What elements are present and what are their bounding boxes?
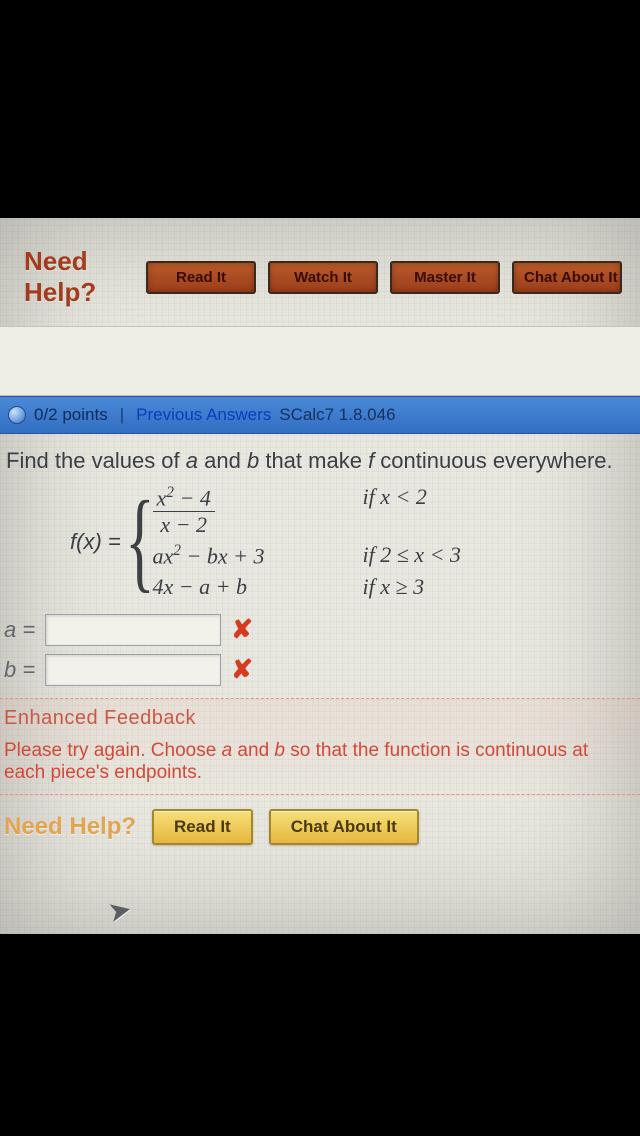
answer-input-a[interactable] [45, 614, 221, 646]
function-lhs: f(x) = [70, 529, 121, 555]
fraction-numerator: x2 − 4 [153, 484, 215, 511]
feedback-text: and [232, 740, 274, 761]
question-header-bar: 0/2 points | Previous Answers SCalc7 1.8… [0, 396, 640, 434]
answer-row-a: a = ✘ [4, 610, 640, 650]
case-expression: x2 − 4 x − 2 [153, 484, 321, 538]
case-row: x2 − 4 x − 2 if x < 2 [153, 484, 461, 538]
case-row: ax2 − bx + 3 if 2 ≤ x < 3 [153, 542, 461, 569]
incorrect-icon: ✘ [231, 614, 253, 645]
textbook-reference: SCalc7 1.8.046 [279, 405, 395, 425]
read-it-button[interactable]: Read It [146, 261, 256, 294]
points-label: 0/2 points [34, 405, 108, 425]
feedback-text: so that the function is continuous at [285, 740, 588, 761]
question-prompt: Find the values of a and b that make f c… [0, 434, 640, 480]
answer-label-a: a = [4, 617, 35, 643]
prompt-text: that make [259, 448, 368, 473]
read-it-button[interactable]: Read It [152, 809, 253, 845]
watch-it-button[interactable]: Watch It [268, 261, 378, 294]
status-dot-icon [8, 406, 26, 424]
case-expression: ax2 − bx + 3 [153, 542, 321, 569]
section-gap [0, 326, 640, 396]
answer-section: a = ✘ b = ✘ [0, 600, 640, 694]
help-row-top: Need Help? Read It Watch It Master It Ch… [0, 232, 640, 320]
prompt-text: continuous everywhere. [374, 448, 612, 473]
prompt-text: and [198, 448, 247, 473]
answer-row-b: b = ✘ [4, 650, 640, 690]
var-b: b [274, 740, 285, 761]
case-condition: if x ≥ 3 [363, 574, 425, 600]
feedback-line-2: each piece's endpoints. [4, 762, 636, 784]
case-expression: 4x − a + b [153, 574, 321, 600]
chat-about-it-button[interactable]: Chat About It [269, 809, 419, 845]
var-b: b [247, 448, 259, 473]
prompt-text: Find the values of [6, 448, 186, 473]
feedback-box: Enhanced Feedback Please try again. Choo… [0, 698, 640, 795]
piecewise-cases: x2 − 4 x − 2 if x < 2 ax2 − bx + 3 if 2 … [153, 484, 461, 600]
left-brace-icon: { [125, 497, 155, 587]
case-row: 4x − a + b if x ≥ 3 [153, 574, 461, 600]
need-help-label: Need Help? [24, 246, 134, 308]
case-condition: if 2 ≤ x < 3 [363, 542, 461, 569]
feedback-text: Please try again. Choose [4, 740, 222, 761]
feedback-line-1: Please try again. Choose a and b so that… [4, 740, 636, 762]
answer-label-b: b = [4, 657, 35, 683]
var-a: a [222, 740, 233, 761]
answer-input-b[interactable] [45, 654, 221, 686]
need-help-label: Need Help? [4, 813, 136, 841]
case-condition: if x < 2 [363, 484, 427, 538]
chat-about-it-button[interactable]: Chat About It [512, 261, 622, 294]
piecewise-function: f(x) = { x2 − 4 x − 2 if x < 2 ax2 − bx … [0, 480, 640, 600]
master-it-button[interactable]: Master It [390, 261, 500, 294]
feedback-title: Enhanced Feedback [4, 701, 636, 740]
help-row-bottom: Need Help? Read It Chat About It [0, 795, 640, 845]
separator: | [116, 405, 128, 425]
fraction-denominator: x − 2 [156, 512, 211, 538]
var-a: a [186, 448, 198, 473]
previous-answers-link[interactable]: Previous Answers [136, 405, 271, 425]
page-content: Need Help? Read It Watch It Master It Ch… [0, 218, 640, 934]
incorrect-icon: ✘ [231, 654, 253, 685]
